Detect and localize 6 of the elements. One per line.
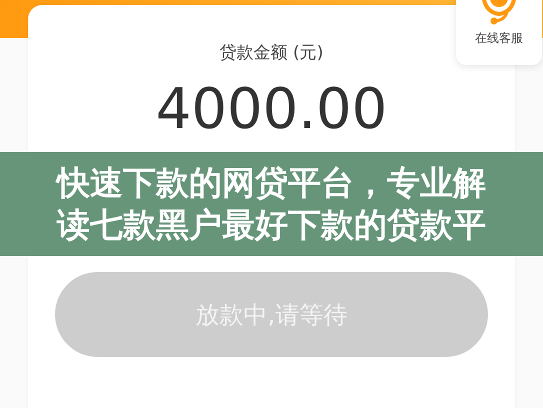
caption-text: 读七款黑户最好下款的贷款平 (57, 204, 486, 246)
loan-amount: 4000.00 (156, 82, 388, 138)
support-label: 在线客服 (475, 30, 523, 47)
caption-text: 快速下款的网贷平台，专业解 (57, 162, 486, 204)
amount-label: 贷款金额 (元) (220, 42, 324, 64)
support-widget[interactable]: 在线客服 (456, 0, 542, 65)
